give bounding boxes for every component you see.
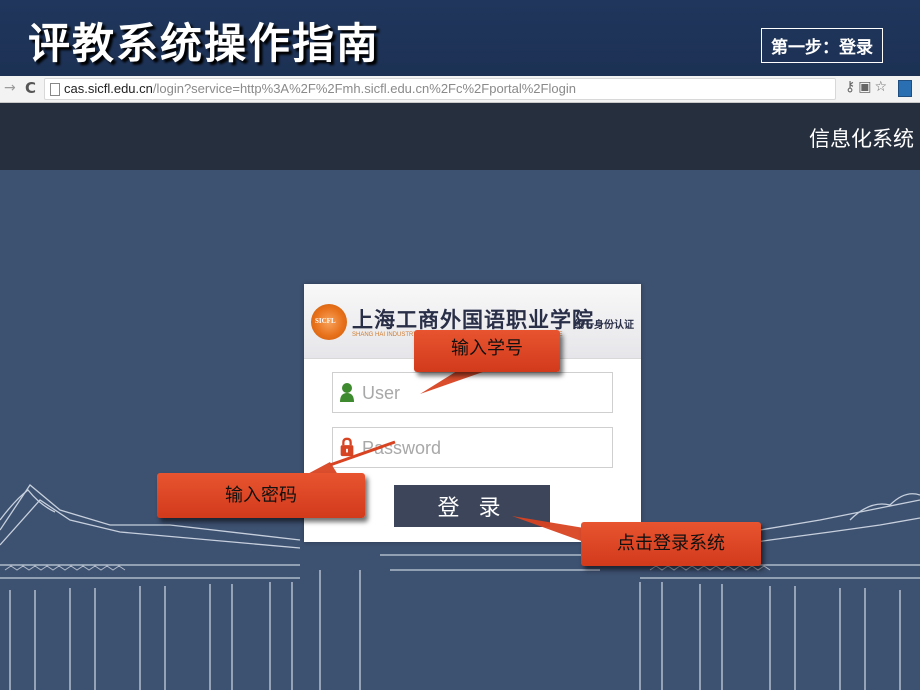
callout-text: 输入密码 <box>225 485 297 506</box>
callout-text: 点击登录系统 <box>617 533 725 554</box>
callout-enter-student-id: 输入学号 <box>414 330 560 372</box>
callout-text: 输入学号 <box>451 338 523 359</box>
callout-enter-password: 输入密码 <box>157 473 365 518</box>
callout-click-login: 点击登录系统 <box>581 522 761 566</box>
